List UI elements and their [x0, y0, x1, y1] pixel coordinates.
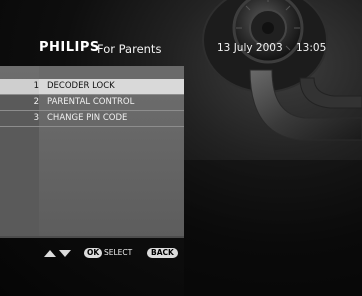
menu-item-change-pin-code[interactable]: 3 CHANGE PIN CODE [0, 111, 184, 127]
menu-item-label: PARENTAL CONTROL [47, 97, 135, 107]
menu-item-parental-control[interactable]: 2 PARENTAL CONTROL [0, 95, 184, 111]
ok-key-label: SELECT [104, 248, 133, 257]
menu-item-number: 1 [33, 81, 39, 91]
back-key-badge[interactable]: BACK [147, 248, 178, 258]
brand-logo: PHILIPS [39, 40, 100, 55]
tv-menu-screen: PHILIPS For Parents 13 July 2003 13:05 1… [0, 0, 362, 296]
menu-item-decoder-lock[interactable]: 1 DECODER LOCK [0, 79, 184, 95]
menu-item-label: DECODER LOCK [47, 81, 115, 91]
page-title: For Parents [97, 42, 162, 56]
date-display: 13 July 2003 [217, 42, 283, 54]
time-display: 13:05 [296, 42, 327, 54]
up-down-arrows-icon [44, 250, 71, 257]
menu-item-number: 2 [33, 97, 39, 107]
menu-bottom-divider [0, 236, 184, 238]
ok-key-badge[interactable]: OK [84, 248, 103, 258]
menu-item-label: CHANGE PIN CODE [47, 113, 128, 123]
menu-header-strip [39, 66, 184, 79]
menu-item-number: 3 [33, 113, 39, 123]
